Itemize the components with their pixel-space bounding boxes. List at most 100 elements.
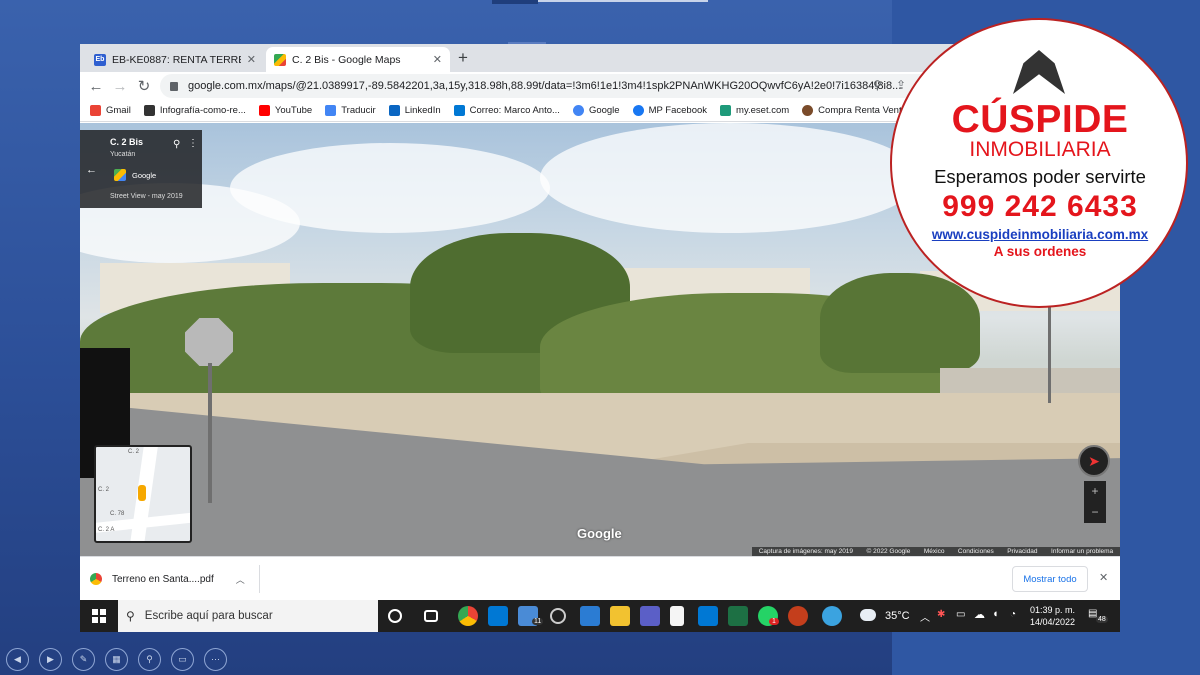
utility-pole xyxy=(1048,293,1051,403)
zoom-in-button[interactable]: + xyxy=(1084,481,1106,502)
pen-icon[interactable]: ✎ xyxy=(72,648,95,671)
weather-temperature[interactable]: 35°C xyxy=(885,610,910,622)
url-text: google.com.mx/maps/@21.0389917,-89.58422… xyxy=(188,80,902,92)
close-icon[interactable]: ✕ xyxy=(1099,571,1108,584)
downloads-bar: Terreno en Santa....pdf ︿ Mostrar todo ✕ xyxy=(80,556,1120,600)
avatar-icon xyxy=(802,105,814,116)
wifi-icon[interactable]: ◔ xyxy=(1010,609,1016,620)
location-pin-icon[interactable]: ⚲ xyxy=(173,139,180,150)
bookmark-infografia[interactable]: Infografía-como-re... xyxy=(143,105,246,116)
bookmark-label: my.eset.com xyxy=(736,105,790,116)
task-view-icon[interactable] xyxy=(424,610,438,622)
linkedin-icon xyxy=(388,105,400,116)
help-icon[interactable] xyxy=(822,606,842,626)
bookmark-label: MP Facebook xyxy=(648,105,708,116)
bookmark-google[interactable]: Google xyxy=(572,105,620,116)
volume-icon[interactable]: ◖ xyxy=(992,608,999,620)
excel-icon[interactable] xyxy=(728,606,748,626)
chevron-up-icon[interactable]: ︿ xyxy=(236,573,245,586)
teams-icon[interactable] xyxy=(640,606,660,626)
sign-pole xyxy=(208,363,212,503)
more-options-icon[interactable]: ⋯ xyxy=(204,648,227,671)
tab-google-maps[interactable]: C. 2 Bis - Google Maps ✕ xyxy=(266,47,450,72)
mail-badge: 11 xyxy=(532,618,544,625)
presentation-controls: ◀ ▶ ✎ ▦ ⚲ ▭ ⋯ xyxy=(6,648,237,671)
back-arrow-icon[interactable]: ← xyxy=(84,78,108,95)
windows-taskbar: ⚲ Escribe aquí para buscar 11 1 35°C ︿ ✱… xyxy=(80,600,1120,632)
show-all-button[interactable]: Mostrar todo xyxy=(1012,566,1088,592)
clock-icon[interactable] xyxy=(550,608,566,624)
privacy-link[interactable]: Privacidad xyxy=(1007,548,1037,555)
tab-title: C. 2 Bis - Google Maps xyxy=(292,53,401,66)
tab-renta-terreno[interactable]: Eb EB-KE0887: RENTA TERRENO CO ✕ xyxy=(86,47,264,72)
bookmark-gmail[interactable]: Gmail xyxy=(90,105,131,116)
powerpoint-icon[interactable] xyxy=(788,606,808,626)
google-watermark: Google xyxy=(577,526,622,541)
share-icon[interactable]: ⇪ xyxy=(896,78,906,92)
close-icon[interactable]: ✕ xyxy=(433,53,442,66)
battery-icon[interactable]: ▭ xyxy=(956,609,965,620)
chevron-up-icon[interactable]: ︿ xyxy=(920,609,930,624)
report-problem-link[interactable]: Informar un problema xyxy=(1051,548,1113,555)
brand-name: CÚSPIDE xyxy=(951,98,1129,141)
cortana-icon[interactable] xyxy=(388,609,402,623)
bookmark-label: LinkedIn xyxy=(404,105,441,116)
folder-icon[interactable] xyxy=(610,606,630,626)
close-icon[interactable]: ✕ xyxy=(247,53,256,66)
onedrive-icon[interactable]: ☁ xyxy=(974,608,985,621)
slides-grid-icon[interactable]: ▦ xyxy=(105,648,128,671)
document-icon[interactable] xyxy=(670,606,684,626)
compass-icon[interactable]: ➤ xyxy=(1078,445,1110,477)
bookmark-traducir[interactable]: Traducir xyxy=(325,105,376,116)
map-label: C. 2 A xyxy=(98,527,115,533)
mini-map[interactable]: C. 2 C. 78 C. 2 A C. 2 xyxy=(94,445,192,543)
bookmark-correo[interactable]: Correo: Marco Anto... xyxy=(453,105,560,116)
chrome-icon[interactable] xyxy=(458,606,478,626)
forward-arrow-icon[interactable]: → xyxy=(108,78,132,95)
taskbar-search-input[interactable]: ⚲ Escribe aquí para buscar xyxy=(118,600,378,632)
more-options-icon[interactable]: ⋮ xyxy=(188,138,198,149)
zoom-out-button[interactable]: − xyxy=(1084,502,1106,523)
reload-icon[interactable]: ↻ xyxy=(132,77,156,95)
weather-cloud-icon[interactable] xyxy=(860,609,876,621)
translate-icon xyxy=(325,105,337,116)
map-label: C. 78 xyxy=(110,511,125,517)
store-icon[interactable] xyxy=(580,606,600,626)
vegetation xyxy=(820,273,980,373)
attribution-footer: Captura de imágenes: may 2019 © 2022 Goo… xyxy=(752,547,1120,556)
pegman-icon[interactable] xyxy=(138,485,146,501)
location-pin-icon[interactable]: ⚲ xyxy=(873,78,882,92)
tray-app-icon[interactable]: ✱ xyxy=(937,609,945,620)
bookmark-label: Google xyxy=(588,105,620,116)
outlook-icon[interactable] xyxy=(488,606,508,626)
cuspide-logo-badge: CÚSPIDE INMOBILIARIA Esperamos poder ser… xyxy=(890,18,1188,308)
bookmark-label: Correo: Marco Anto... xyxy=(469,105,560,116)
windows-start-icon[interactable] xyxy=(92,609,106,623)
bookmark-youtube[interactable]: YouTube xyxy=(258,105,312,116)
next-slide-icon[interactable]: ▶ xyxy=(39,648,62,671)
region-link[interactable]: México xyxy=(924,548,945,555)
download-item[interactable]: Terreno en Santa....pdf ︿ xyxy=(90,565,260,593)
street-view-info-card: ← C. 2 Bis Yucatán Google Street View - … xyxy=(80,130,202,208)
street-name: C. 2 Bis xyxy=(110,137,144,147)
clock-date[interactable]: 14/04/2022 xyxy=(1030,617,1075,627)
google-street-view-icon xyxy=(114,169,126,181)
back-arrow-icon[interactable]: ← xyxy=(86,164,97,176)
new-tab-button[interactable]: + xyxy=(458,48,468,68)
bookmark-eset[interactable]: my.eset.com xyxy=(720,105,789,116)
zoom-icon[interactable]: ⚲ xyxy=(138,648,161,671)
subtitles-icon[interactable]: ▭ xyxy=(171,648,194,671)
map-label: C. 2 xyxy=(128,449,140,455)
terms-link[interactable]: Condiciones xyxy=(958,548,994,555)
download-filename: Terreno en Santa....pdf xyxy=(112,573,214,585)
bookmark-mp-facebook[interactable]: MP Facebook xyxy=(632,105,708,116)
tab-title: EB-KE0887: RENTA TERRENO CO xyxy=(112,53,241,66)
outlook-mail-icon[interactable] xyxy=(698,606,718,626)
clock-time[interactable]: 01:39 p. m. xyxy=(1030,605,1075,615)
bookmark-linkedin[interactable]: LinkedIn xyxy=(388,105,441,116)
previous-slide-icon[interactable]: ◀ xyxy=(6,648,29,671)
whatsapp-badge: 1 xyxy=(769,618,779,625)
facebook-icon xyxy=(632,105,644,116)
website-link[interactable]: www.cuspideinmobiliaria.com.mx xyxy=(892,227,1188,242)
lock-icon xyxy=(170,81,178,91)
